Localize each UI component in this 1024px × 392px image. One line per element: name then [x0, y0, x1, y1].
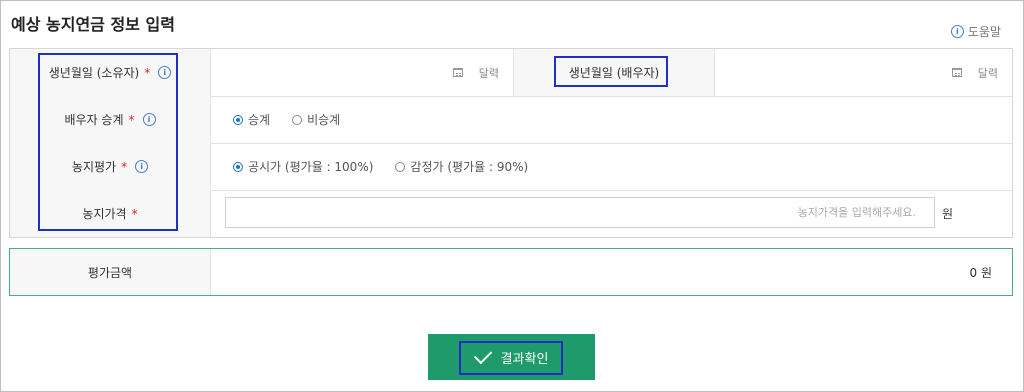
label-land-valuation: 농지평가 * i	[10, 143, 211, 190]
row-land-price: 농지가격* 원	[10, 190, 1012, 237]
radio-selected-icon[interactable]	[233, 161, 243, 172]
required-mark: *	[131, 206, 138, 221]
label-land-price: 농지가격 *	[10, 190, 211, 237]
row-spouse-succession: 배우자 승계 * i 승계 비승계	[10, 96, 1012, 144]
label-birth-spouse: 생년월일 (배우자)	[513, 49, 715, 96]
confirm-label: 결과확인	[500, 351, 549, 367]
info-icon[interactable]: i	[135, 160, 149, 173]
calendar-icon[interactable]	[951, 68, 962, 77]
calendar-label: 달력	[478, 66, 499, 80]
birth-owner-date-field[interactable]: 달력	[211, 49, 513, 96]
info-icon: i	[950, 25, 964, 38]
radio-unselected-icon[interactable]	[395, 161, 406, 172]
page-title: 예상 농지연금 정보 입력	[11, 15, 175, 34]
required-mark: *	[121, 159, 128, 174]
input-form-table: 생년월일 (소유자) * i 달력 생년월일 (배우자) 달력 배우자 승계 * i	[9, 48, 1013, 238]
land-valuation-options: 공시가 (평가율 : 100%) 감정가 (평가율 : 90%)	[211, 143, 1012, 190]
label-spouse-succession: 배우자 승계 * i	[10, 96, 211, 143]
spouse-succession-options: 승계 비승계	[211, 96, 1012, 143]
help-label: 도움말	[967, 25, 1001, 39]
panel: 예상 농지연금 정보 입력 i 도움말 생년월일 (소유자) * i 달력 생년월…	[0, 0, 1024, 392]
check-icon	[473, 345, 492, 365]
radio-selected-icon[interactable]	[233, 114, 243, 125]
radio-unselected-icon[interactable]	[292, 114, 303, 125]
result-table: 평가금액 0 원	[9, 248, 1013, 296]
land-price-unit: 원	[942, 207, 954, 221]
required-mark: *	[128, 112, 135, 127]
result-label: 평가금액	[10, 249, 211, 295]
calendar-label: 달력	[977, 66, 998, 80]
info-icon[interactable]: i	[142, 113, 156, 126]
radio-official-price[interactable]: 공시가 (평가율 : 100%)	[233, 158, 373, 175]
land-price-input[interactable]	[225, 197, 935, 228]
calendar-icon[interactable]	[452, 68, 463, 77]
radio-non-succession[interactable]: 비승계	[292, 111, 340, 128]
help-link[interactable]: i 도움말	[950, 23, 1001, 40]
row-birth: 생년월일 (소유자) * i 달력 생년월일 (배우자) 달력	[10, 49, 1012, 97]
birth-spouse-date-field[interactable]: 달력	[714, 49, 1012, 96]
label-birth-owner: 생년월일 (소유자) * i	[10, 49, 211, 96]
required-mark: *	[144, 65, 151, 80]
result-value: 0 원	[969, 265, 993, 280]
info-icon[interactable]: i	[158, 66, 172, 79]
confirm-result-button[interactable]: 결과확인	[428, 334, 595, 380]
land-price-cell: 원	[211, 190, 1012, 237]
radio-appraisal-price[interactable]: 감정가 (평가율 : 90%)	[395, 158, 528, 175]
row-land-valuation: 농지평가 * i 공시가 (평가율 : 100%) 감정가 (평가율 : 90%)	[10, 143, 1012, 191]
radio-succession[interactable]: 승계	[233, 111, 270, 128]
